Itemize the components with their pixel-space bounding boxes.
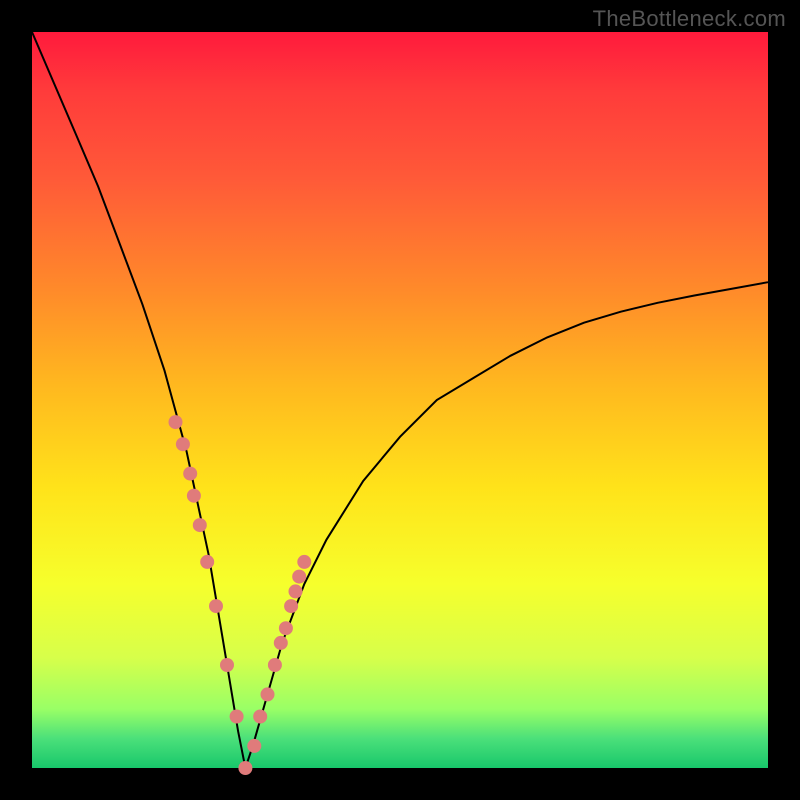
plot-area: [32, 32, 768, 768]
sample-dot: [183, 467, 197, 481]
sample-dot: [292, 570, 306, 584]
bottleneck-chart-svg: [32, 32, 768, 768]
sample-dot: [187, 489, 201, 503]
sample-dot: [193, 518, 207, 532]
sample-dots-group: [169, 415, 312, 775]
bottleneck-curve: [32, 32, 768, 768]
sample-dot: [238, 761, 252, 775]
sample-dot: [220, 658, 234, 672]
watermark-text: TheBottleneck.com: [593, 6, 786, 32]
chart-frame: TheBottleneck.com: [0, 0, 800, 800]
sample-dot: [200, 555, 214, 569]
sample-dot: [253, 710, 267, 724]
sample-dot: [284, 599, 298, 613]
sample-dot: [279, 621, 293, 635]
sample-dot: [169, 415, 183, 429]
sample-dot: [274, 636, 288, 650]
sample-dot: [261, 687, 275, 701]
sample-dot: [247, 739, 261, 753]
sample-dot: [289, 584, 303, 598]
sample-dot: [230, 710, 244, 724]
sample-dot: [176, 437, 190, 451]
sample-dot: [209, 599, 223, 613]
sample-dot: [297, 555, 311, 569]
sample-dot: [268, 658, 282, 672]
